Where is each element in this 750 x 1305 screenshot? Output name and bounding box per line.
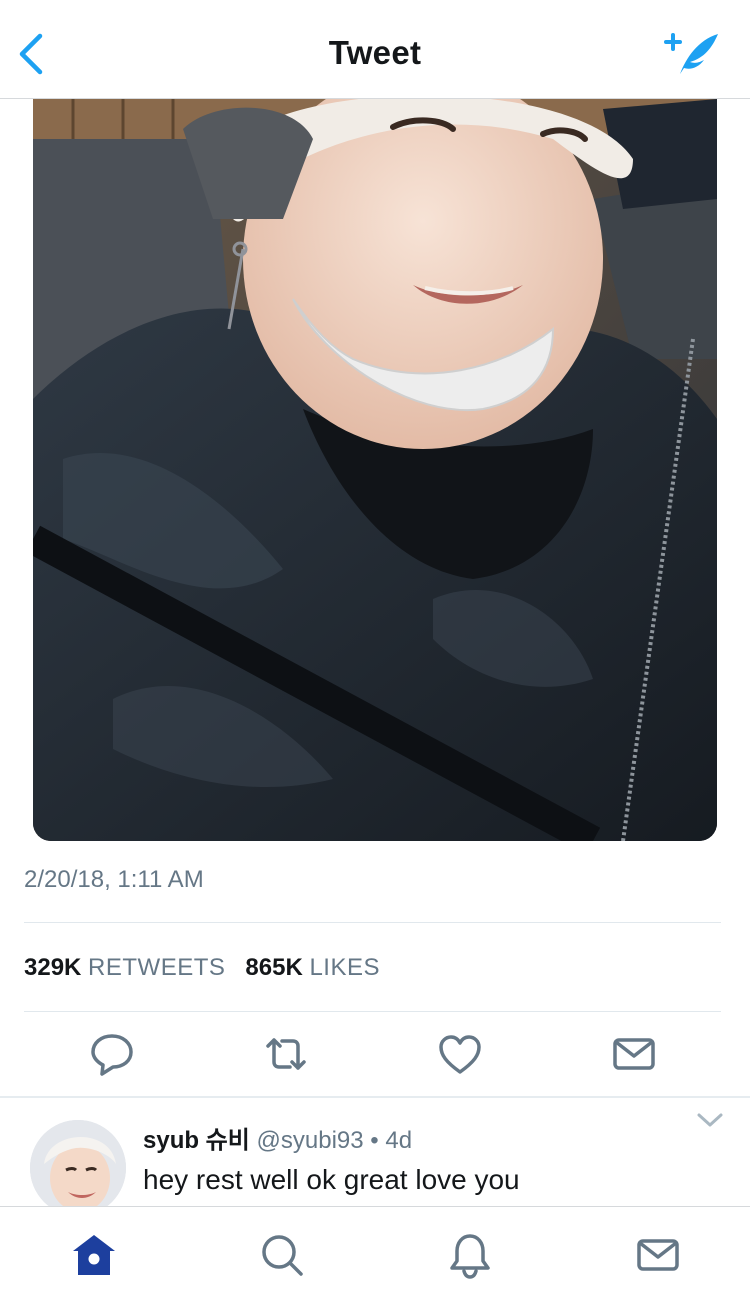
tweet-photo[interactable] bbox=[33, 99, 717, 841]
likes-stat[interactable]: 865K LIKES bbox=[245, 954, 380, 981]
divider bbox=[24, 922, 721, 923]
reply-text: hey rest well ok great love you bbox=[143, 1164, 520, 1195]
home-icon[interactable] bbox=[70, 1231, 118, 1279]
bottom-tab-bar bbox=[0, 1206, 750, 1305]
likes-count: 865K bbox=[245, 954, 303, 981]
retweets-stat[interactable]: 329K RETWEETS bbox=[24, 954, 225, 981]
reply-icon[interactable] bbox=[88, 1030, 136, 1078]
chevron-down-icon[interactable] bbox=[696, 1110, 724, 1130]
retweets-count: 329K bbox=[24, 954, 82, 981]
like-icon[interactable] bbox=[436, 1030, 484, 1078]
divider bbox=[24, 1011, 721, 1012]
reply-separator: • bbox=[370, 1127, 379, 1154]
section-separator bbox=[0, 1096, 750, 1098]
tweet-stats: 329K RETWEETS 865K LIKES bbox=[24, 954, 380, 982]
reply-author-name[interactable]: syub 슈비 bbox=[143, 1127, 250, 1154]
avatar[interactable] bbox=[30, 1120, 126, 1216]
retweet-icon[interactable] bbox=[262, 1030, 310, 1078]
tweet-timestamp: 2/20/18, 1:11 AM bbox=[24, 866, 204, 893]
notifications-icon[interactable] bbox=[446, 1231, 494, 1279]
compose-tweet-icon[interactable] bbox=[660, 28, 720, 78]
likes-label: LIKES bbox=[309, 954, 380, 981]
messages-icon[interactable] bbox=[634, 1231, 682, 1279]
reply-header: syub 슈비 @syubi93 • 4d bbox=[143, 1120, 412, 1155]
photo-illustration bbox=[33, 99, 717, 841]
reply-handle[interactable]: @syubi93 bbox=[257, 1127, 364, 1154]
navigation-bar: Tweet bbox=[0, 0, 750, 99]
direct-message-icon[interactable] bbox=[610, 1030, 658, 1078]
reply-age: 4d bbox=[385, 1127, 413, 1154]
search-icon[interactable] bbox=[258, 1231, 306, 1279]
avatar-illustration bbox=[30, 1120, 126, 1216]
retweets-label: RETWEETS bbox=[88, 954, 226, 981]
page-title: Tweet bbox=[328, 34, 422, 71]
